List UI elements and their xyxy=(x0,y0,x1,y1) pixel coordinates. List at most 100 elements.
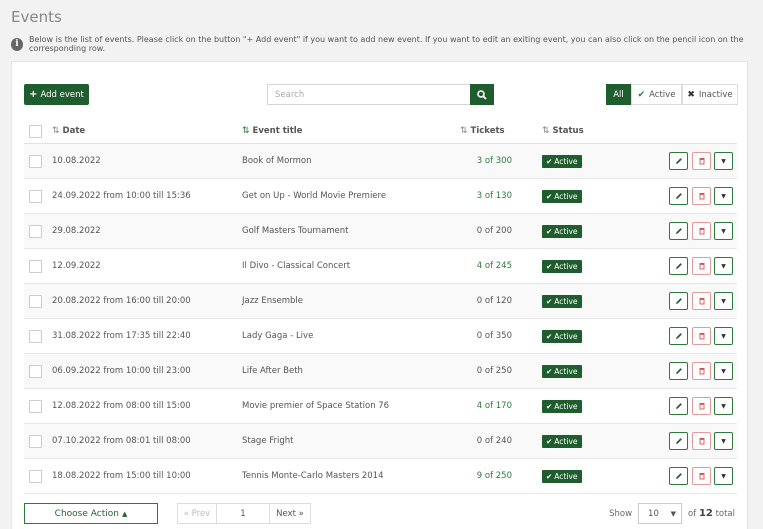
table-row[interactable]: 31.08.2022 from 17:35 till 22:40 Lady Gag… xyxy=(24,319,737,354)
table-row[interactable]: 12.08.2022 from 08:00 till 15:00 Movie pr… xyxy=(24,389,737,424)
edit-button[interactable] xyxy=(669,432,688,450)
status-label: Active xyxy=(554,402,578,411)
edit-button[interactable] xyxy=(669,362,688,380)
prev-page-button[interactable]: « Prev xyxy=(177,503,217,524)
trash-icon xyxy=(699,438,704,445)
more-actions-dropdown[interactable]: ▼ xyxy=(714,152,733,170)
status-badge: ✔ Active xyxy=(542,225,582,238)
delete-button[interactable] xyxy=(692,222,711,240)
edit-button[interactable] xyxy=(669,327,688,345)
more-actions-dropdown[interactable]: ▼ xyxy=(714,432,733,450)
table-row[interactable]: 06.09.2022 from 10:00 till 23:00 Life Aft… xyxy=(24,354,737,389)
delete-button[interactable] xyxy=(692,257,711,275)
event-tickets: 3 of 130 xyxy=(476,191,512,201)
pencil-icon xyxy=(675,298,682,304)
search-button[interactable] xyxy=(470,84,494,105)
column-header-tickets[interactable]: ⇅ Tickets xyxy=(460,126,505,136)
event-title: Il Divo - Classical Concert xyxy=(242,261,351,271)
more-actions-dropdown[interactable]: ▼ xyxy=(714,187,733,205)
delete-button[interactable] xyxy=(692,397,711,415)
delete-button[interactable] xyxy=(692,432,711,450)
row-checkbox[interactable] xyxy=(29,260,42,273)
caret-down-icon: ▼ xyxy=(721,297,726,305)
event-tickets: 0 of 200 xyxy=(476,226,512,236)
filter-active-button[interactable]: ✔ Active xyxy=(631,84,682,105)
delete-button[interactable] xyxy=(692,152,711,170)
row-checkbox[interactable] xyxy=(29,470,42,483)
search-input[interactable] xyxy=(267,84,470,105)
status-badge: ✔ Active xyxy=(542,400,582,413)
row-checkbox[interactable] xyxy=(29,365,42,378)
filter-inactive-button[interactable]: ✖ Inactive xyxy=(682,84,738,105)
page-number-input[interactable]: 1 xyxy=(217,503,270,524)
event-tickets: 3 of 300 xyxy=(476,156,512,166)
info-icon: i xyxy=(11,37,24,51)
column-header-title[interactable]: ⇅ Event title xyxy=(242,126,302,136)
event-tickets: 0 of 240 xyxy=(476,436,512,446)
add-event-button[interactable]: + Add event xyxy=(24,84,89,105)
total-label: total xyxy=(715,509,735,519)
column-header-status-label: Status xyxy=(552,126,584,136)
table-row[interactable]: 24.09.2022 from 10:00 till 15:36 Get on U… xyxy=(24,179,737,214)
edit-button[interactable] xyxy=(669,152,688,170)
table-row[interactable]: 10.08.2022 Book of Mormon 3 of 300 ✔ Active ▼ xyxy=(24,144,737,179)
pencil-icon xyxy=(675,368,682,374)
plus-icon: + xyxy=(29,89,38,100)
event-date: 31.08.2022 from 17:35 till 22:40 xyxy=(52,331,191,341)
row-checkbox[interactable] xyxy=(29,225,42,238)
more-actions-dropdown[interactable]: ▼ xyxy=(714,292,733,310)
table-row[interactable]: 29.08.2022 Golf Masters Tournament 0 of 20… xyxy=(24,214,737,249)
edit-button[interactable] xyxy=(669,257,688,275)
edit-button[interactable] xyxy=(669,292,688,310)
check-icon: ✔ xyxy=(546,367,553,376)
caret-down-icon: ▼ xyxy=(721,192,726,200)
row-checkbox[interactable] xyxy=(29,435,42,448)
trash-icon xyxy=(699,368,704,375)
delete-button[interactable] xyxy=(692,362,711,380)
pencil-icon xyxy=(675,158,682,164)
more-actions-dropdown[interactable]: ▼ xyxy=(714,362,733,380)
pencil-icon xyxy=(675,438,682,444)
column-header-date[interactable]: ⇅ Date xyxy=(52,126,85,136)
table-row[interactable]: 12.09.2022 Il Divo - Classical Concert 4 o… xyxy=(24,249,737,284)
more-actions-dropdown[interactable]: ▼ xyxy=(714,467,733,485)
pagination: « Prev 1 Next » xyxy=(177,503,311,524)
page-size-select[interactable]: 10 ▼ xyxy=(638,503,683,524)
next-page-button[interactable]: Next » xyxy=(270,503,311,524)
table-row[interactable]: 07.10.2022 from 08:01 till 08:00 Stage Fr… xyxy=(24,424,737,459)
row-checkbox[interactable] xyxy=(29,400,42,413)
edit-button[interactable] xyxy=(669,397,688,415)
events-table-body: 10.08.2022 Book of Mormon 3 of 300 ✔ Active ▼… xyxy=(24,144,737,494)
status-badge: ✔ Active xyxy=(542,330,582,343)
filter-all-button[interactable]: All xyxy=(606,84,631,105)
delete-button[interactable] xyxy=(692,327,711,345)
column-header-status[interactable]: ⇅ Status xyxy=(542,126,584,136)
edit-button[interactable] xyxy=(669,467,688,485)
status-label: Active xyxy=(554,332,578,341)
edit-button[interactable] xyxy=(669,187,688,205)
event-title: Life After Beth xyxy=(242,366,303,376)
table-row[interactable]: 20.08.2022 from 16:00 till 20:00 Jazz Ens… xyxy=(24,284,737,319)
row-checkbox[interactable] xyxy=(29,155,42,168)
delete-button[interactable] xyxy=(692,467,711,485)
delete-button[interactable] xyxy=(692,187,711,205)
more-actions-dropdown[interactable]: ▼ xyxy=(714,397,733,415)
more-actions-dropdown[interactable]: ▼ xyxy=(714,257,733,275)
of-label: of xyxy=(688,509,697,519)
choose-action-label: Choose Action xyxy=(54,508,119,519)
table-row[interactable]: 18.08.2022 from 15:00 till 10:00 Tennis M… xyxy=(24,459,737,494)
info-text: Below is the list of events. Please clic… xyxy=(29,35,744,53)
more-actions-dropdown[interactable]: ▼ xyxy=(714,222,733,240)
events-panel: + Add event All ✔Active ✖Inactive ⇅Date … xyxy=(11,61,748,529)
row-checkbox[interactable] xyxy=(29,190,42,203)
choose-action-button[interactable]: Choose Action ▲ xyxy=(24,503,158,524)
more-actions-dropdown[interactable]: ▼ xyxy=(714,327,733,345)
pencil-icon xyxy=(675,193,682,199)
select-all-checkbox[interactable] xyxy=(29,125,42,138)
sort-icon: ⇅ xyxy=(52,126,60,136)
row-checkbox[interactable] xyxy=(29,295,42,308)
row-checkbox[interactable] xyxy=(29,330,42,343)
edit-button[interactable] xyxy=(669,222,688,240)
event-date: 29.08.2022 xyxy=(52,226,101,236)
delete-button[interactable] xyxy=(692,292,711,310)
